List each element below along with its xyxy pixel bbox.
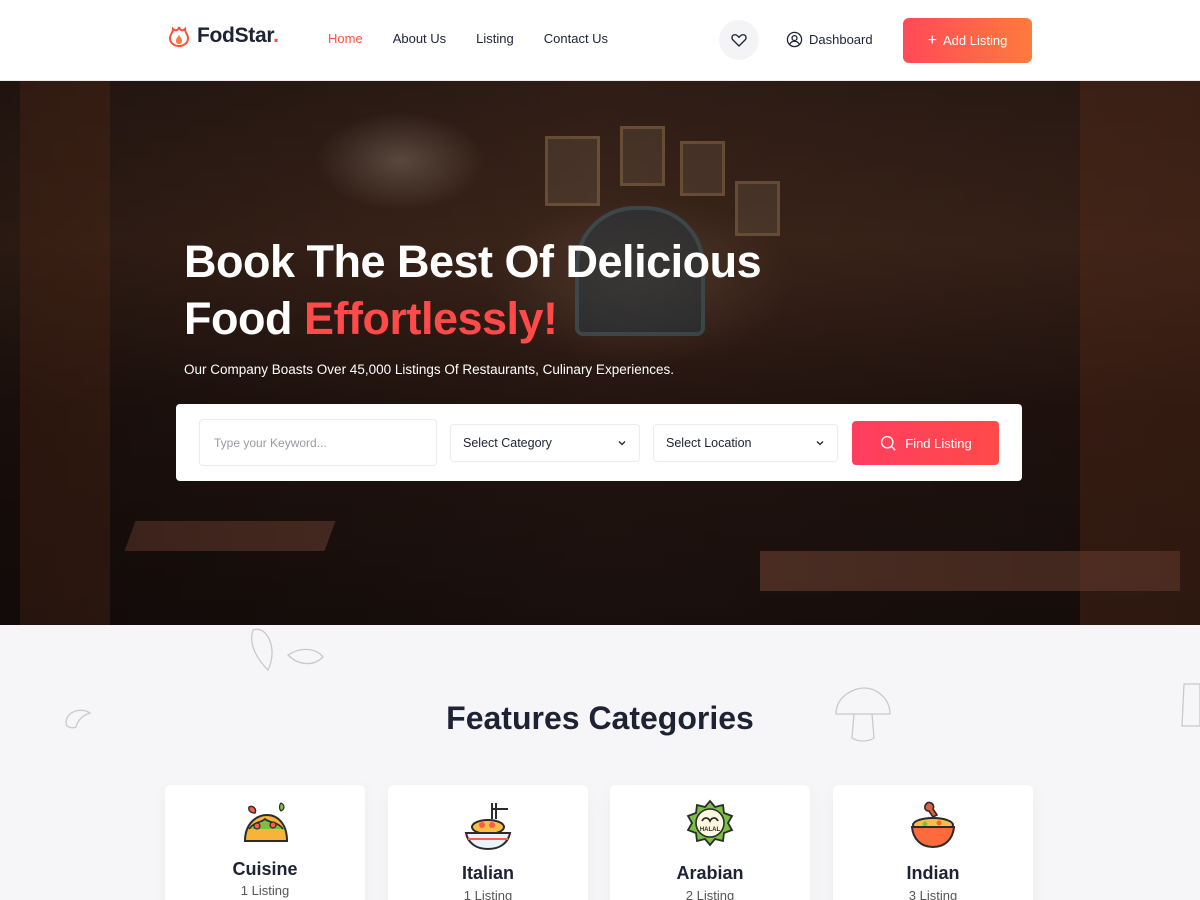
features-title: Features Categories: [446, 700, 754, 736]
chevron-down-icon: [816, 441, 824, 446]
category-card-cuisine[interactable]: Cuisine 1 Listing: [165, 785, 365, 900]
logo-flame-icon: [168, 26, 190, 48]
category-count: 1 Listing: [463, 888, 513, 900]
location-select-value: Select Location: [666, 436, 752, 450]
dashboard-label: Dashboard: [809, 32, 873, 47]
add-listing-button[interactable]: + Add Listing: [903, 18, 1032, 63]
category-count: 1 Listing: [240, 883, 290, 898]
heart-icon: [731, 34, 747, 47]
category-name: Cuisine: [232, 859, 298, 879]
category-name: Indian: [906, 863, 960, 883]
hero-title-line2: Food Effortlessly!: [184, 293, 558, 344]
main-nav: Home About Us Listing Contact Us: [328, 31, 608, 46]
keyword-input[interactable]: [199, 419, 437, 466]
search-icon: [881, 435, 896, 451]
find-listing-button[interactable]: Find Listing: [852, 421, 999, 465]
nav-home[interactable]: Home: [328, 31, 363, 46]
halal-icon: HALAL: [686, 799, 734, 847]
category-card-arabian[interactable]: HALAL Arabian 2 Listing: [610, 785, 810, 900]
user-circle-icon: [786, 31, 803, 48]
leaf-doodle-icon: [251, 628, 324, 672]
add-listing-label: Add Listing: [943, 33, 1008, 48]
hero-title-line1: Book The Best Of Delicious: [184, 236, 762, 287]
curry-bowl-icon: [910, 801, 956, 849]
category-card-italian[interactable]: Italian 1 Listing: [388, 785, 588, 900]
hero-title-accent: Effortlessly!: [303, 293, 558, 344]
search-bar: Select Category Select Location Find Lis…: [176, 404, 1022, 481]
category-count: 3 Listing: [908, 888, 958, 900]
chevron-down-icon: [618, 441, 626, 446]
pasta-icon: [464, 803, 512, 851]
hero-overlay: [0, 81, 1200, 625]
category-select-value: Select Category: [463, 436, 552, 450]
nav-about-us[interactable]: About Us: [393, 31, 446, 46]
plus-icon: +: [927, 31, 937, 49]
category-name: Italian: [461, 863, 514, 883]
nav-contact-us[interactable]: Contact Us: [544, 31, 608, 46]
dashboard-link[interactable]: Dashboard: [786, 31, 873, 48]
logo[interactable]: FodStar.: [167, 24, 279, 48]
wishlist-button[interactable]: [719, 20, 759, 60]
site-header: FodStar. Home About Us Listing Contact U…: [0, 0, 1200, 81]
category-count: 2 Listing: [685, 888, 735, 900]
nav-listing[interactable]: Listing: [476, 31, 514, 46]
category-select[interactable]: Select Category: [450, 424, 640, 462]
hero-title: Book The Best Of Delicious Food Effortle…: [184, 233, 762, 347]
taco-icon: [243, 802, 289, 842]
location-select[interactable]: Select Location: [653, 424, 838, 462]
category-card-indian[interactable]: Indian 3 Listing: [833, 785, 1033, 900]
svg-text:HALAL: HALAL: [700, 827, 721, 833]
logo-text: FodStar.: [197, 24, 279, 47]
hero-subtitle: Our Company Boasts Over 45,000 Listings …: [184, 362, 674, 377]
category-name: Arabian: [676, 863, 744, 883]
hero-banner: Book The Best Of Delicious Food Effortle…: [0, 81, 1200, 625]
find-listing-label: Find Listing: [905, 435, 972, 451]
